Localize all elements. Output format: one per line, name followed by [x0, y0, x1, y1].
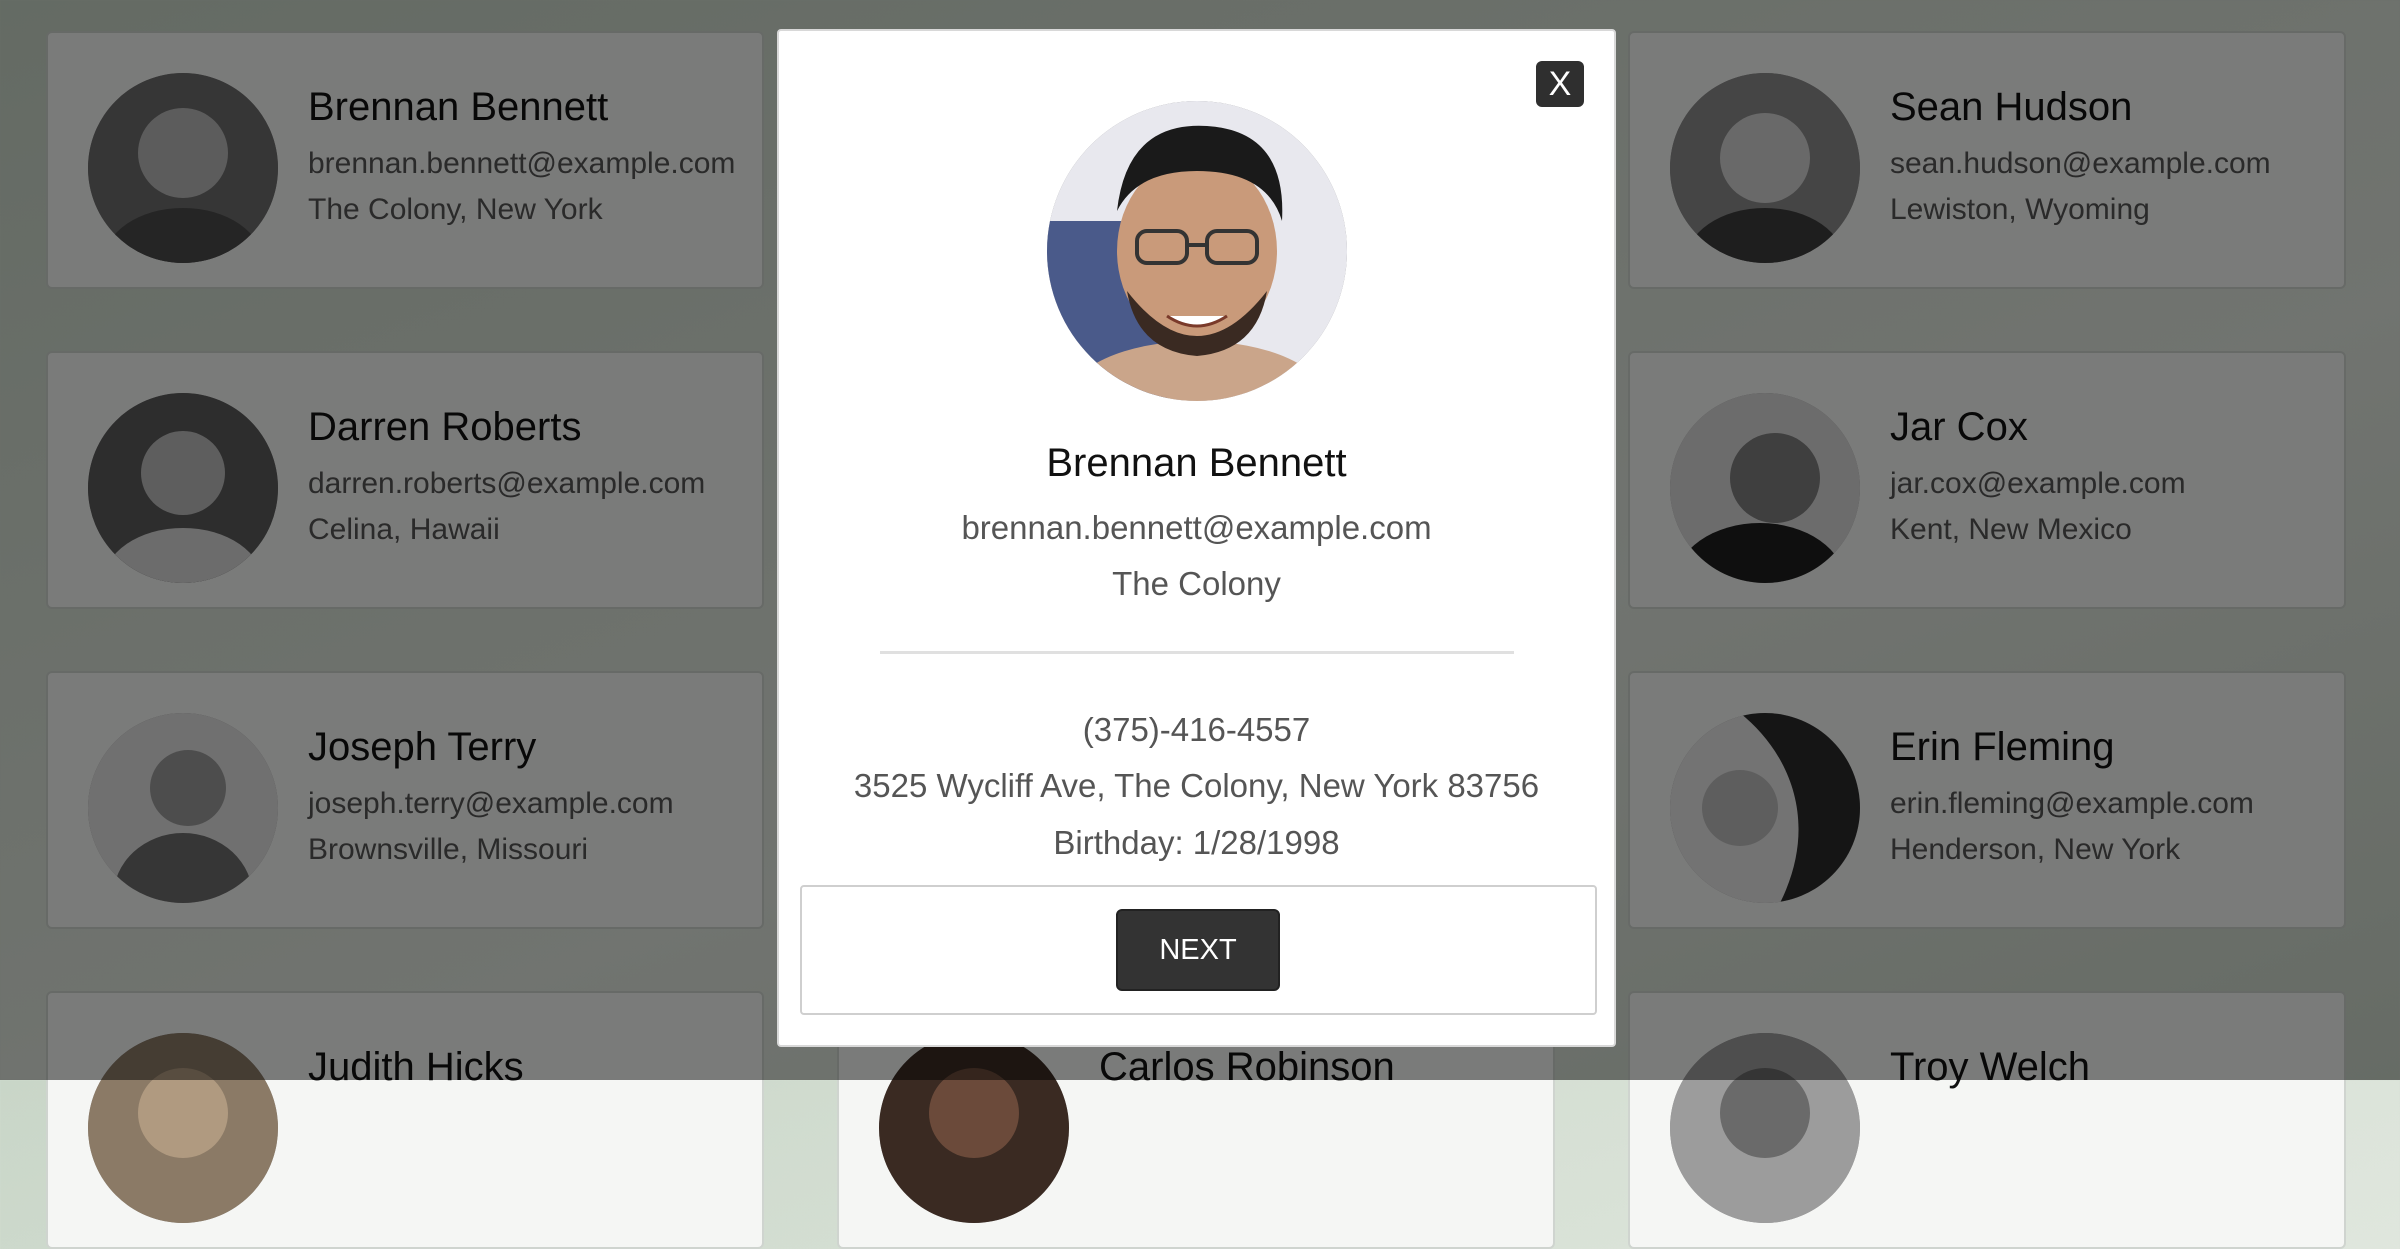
close-button[interactable]: X — [1536, 61, 1584, 107]
modal-button-container: NEXT — [800, 885, 1597, 1015]
modal-city: The Colony — [1112, 565, 1281, 602]
modal-email: brennan.bennett@example.com — [961, 509, 1432, 546]
modal-phone: (375)-416-4557 — [1082, 711, 1311, 748]
modal-avatar — [1047, 101, 1347, 401]
next-button[interactable]: NEXT — [1116, 909, 1280, 991]
modal-divider — [880, 651, 1514, 654]
employee-detail-modal: X Brennan Bennett brennan.bennett@exampl… — [777, 29, 1616, 1047]
modal-birthday: Birthday: 1/28/1998 — [1053, 824, 1340, 861]
modal-name: Brennan Bennett — [1046, 441, 1347, 485]
modal-address: 3525 Wycliff Ave, The Colony, New York 8… — [853, 767, 1540, 804]
